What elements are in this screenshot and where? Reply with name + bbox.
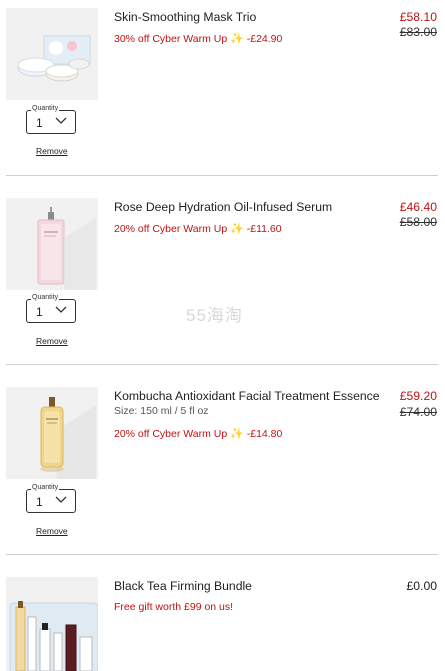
sale-price: £58.10 [399,10,437,24]
promo-label: 30% off Cyber Warm Up [114,33,228,45]
remove-button[interactable]: Remove [36,526,68,536]
quantity-label: Quantity [31,483,60,493]
sparkles-icon: ✨ [230,33,244,45]
quantity-label: Quantity [31,104,60,114]
discount-amount: -£14.80 [246,428,283,440]
promo-text: 20% off Cyber Warm Up ✨ -£14.80 [114,427,282,440]
sparkles-icon: ✨ [230,428,244,440]
quantity-select[interactable]: Quantity 1 [26,483,76,513]
product-name[interactable]: Black Tea Firming Bundle [114,579,252,593]
chevron-down-icon [55,306,67,313]
cart-item-mask-trio: Skin-Smoothing Mask Trio 30% off Cyber W… [0,0,445,175]
product-image-rose-serum[interactable] [6,198,98,290]
sparkles-icon: ✨ [230,223,244,235]
discount-amount: -£24.90 [246,33,283,45]
original-price: £74.00 [399,405,437,419]
quantity-value: 1 [36,305,43,319]
original-price: £58.00 [399,215,437,229]
cart-item-rose-serum: Rose Deep Hydration Oil-Infused Serum 20… [0,176,445,364]
sale-price: £59.20 [399,389,437,403]
product-size: Size: 150 ml / 5 fl oz [114,405,209,417]
product-name[interactable]: Kombucha Antioxidant Facial Treatment Es… [114,389,380,403]
product-image-black-tea-bundle[interactable] [6,577,98,671]
quantity-select[interactable]: Quantity 1 [26,104,76,134]
quantity-label: Quantity [31,293,60,303]
gift-text: Free gift worth £99 on us! [114,601,234,613]
promo-text: 20% off Cyber Warm Up ✨ -£11.60 [114,222,282,235]
remove-button[interactable]: Remove [36,336,68,346]
chevron-down-icon [55,117,67,124]
product-image-kombucha-essence[interactable] [6,387,98,479]
sale-price: £0.00 [406,579,438,593]
quantity-value: 1 [36,495,43,509]
product-name[interactable]: Skin-Smoothing Mask Trio [114,10,256,24]
chevron-down-icon [55,496,67,503]
promo-label: 20% off Cyber Warm Up [114,428,228,440]
sale-price: £46.40 [399,200,437,214]
quantity-select[interactable]: Quantity 1 [26,293,76,323]
product-name[interactable]: Rose Deep Hydration Oil-Infused Serum [114,200,332,214]
remove-button[interactable]: Remove [36,146,68,156]
promo-label: 20% off Cyber Warm Up [114,223,228,235]
discount-amount: -£11.60 [246,223,282,235]
cart-item-black-tea-bundle: Black Tea Firming Bundle Free gift worth… [0,555,445,671]
original-price: £83.00 [399,25,437,39]
promo-text: 30% off Cyber Warm Up ✨ -£24.90 [114,32,282,45]
product-image-mask-trio[interactable] [6,8,98,100]
watermark: 55海淘 [186,306,243,325]
cart-item-kombucha-essence: Kombucha Antioxidant Facial Treatment Es… [0,365,445,554]
quantity-value: 1 [36,116,43,130]
